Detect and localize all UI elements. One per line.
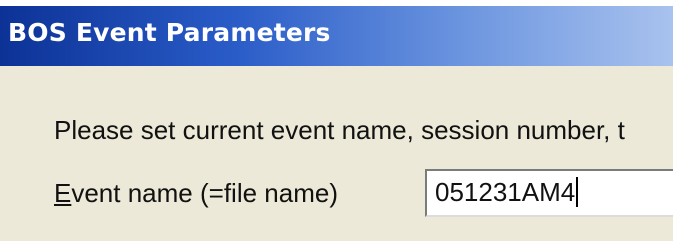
title-bar[interactable]: BOS Event Parameters — [0, 0, 673, 66]
event-name-input[interactable]: 051231AM4 — [425, 169, 673, 217]
instruction-text: Please set current event name, session n… — [54, 115, 625, 145]
dialog-window: BOS Event Parameters Please set current … — [0, 0, 673, 241]
event-name-value: 051231AM4 — [435, 177, 576, 207]
event-name-label-mnemonic: E — [54, 178, 72, 208]
event-name-label-text: vent name (=file name) — [71, 178, 338, 208]
top-edge — [0, 0, 673, 6]
text-caret — [576, 177, 579, 207]
event-name-label: Event name (=file name) — [54, 178, 338, 209]
window-title: BOS Event Parameters — [8, 18, 331, 47]
